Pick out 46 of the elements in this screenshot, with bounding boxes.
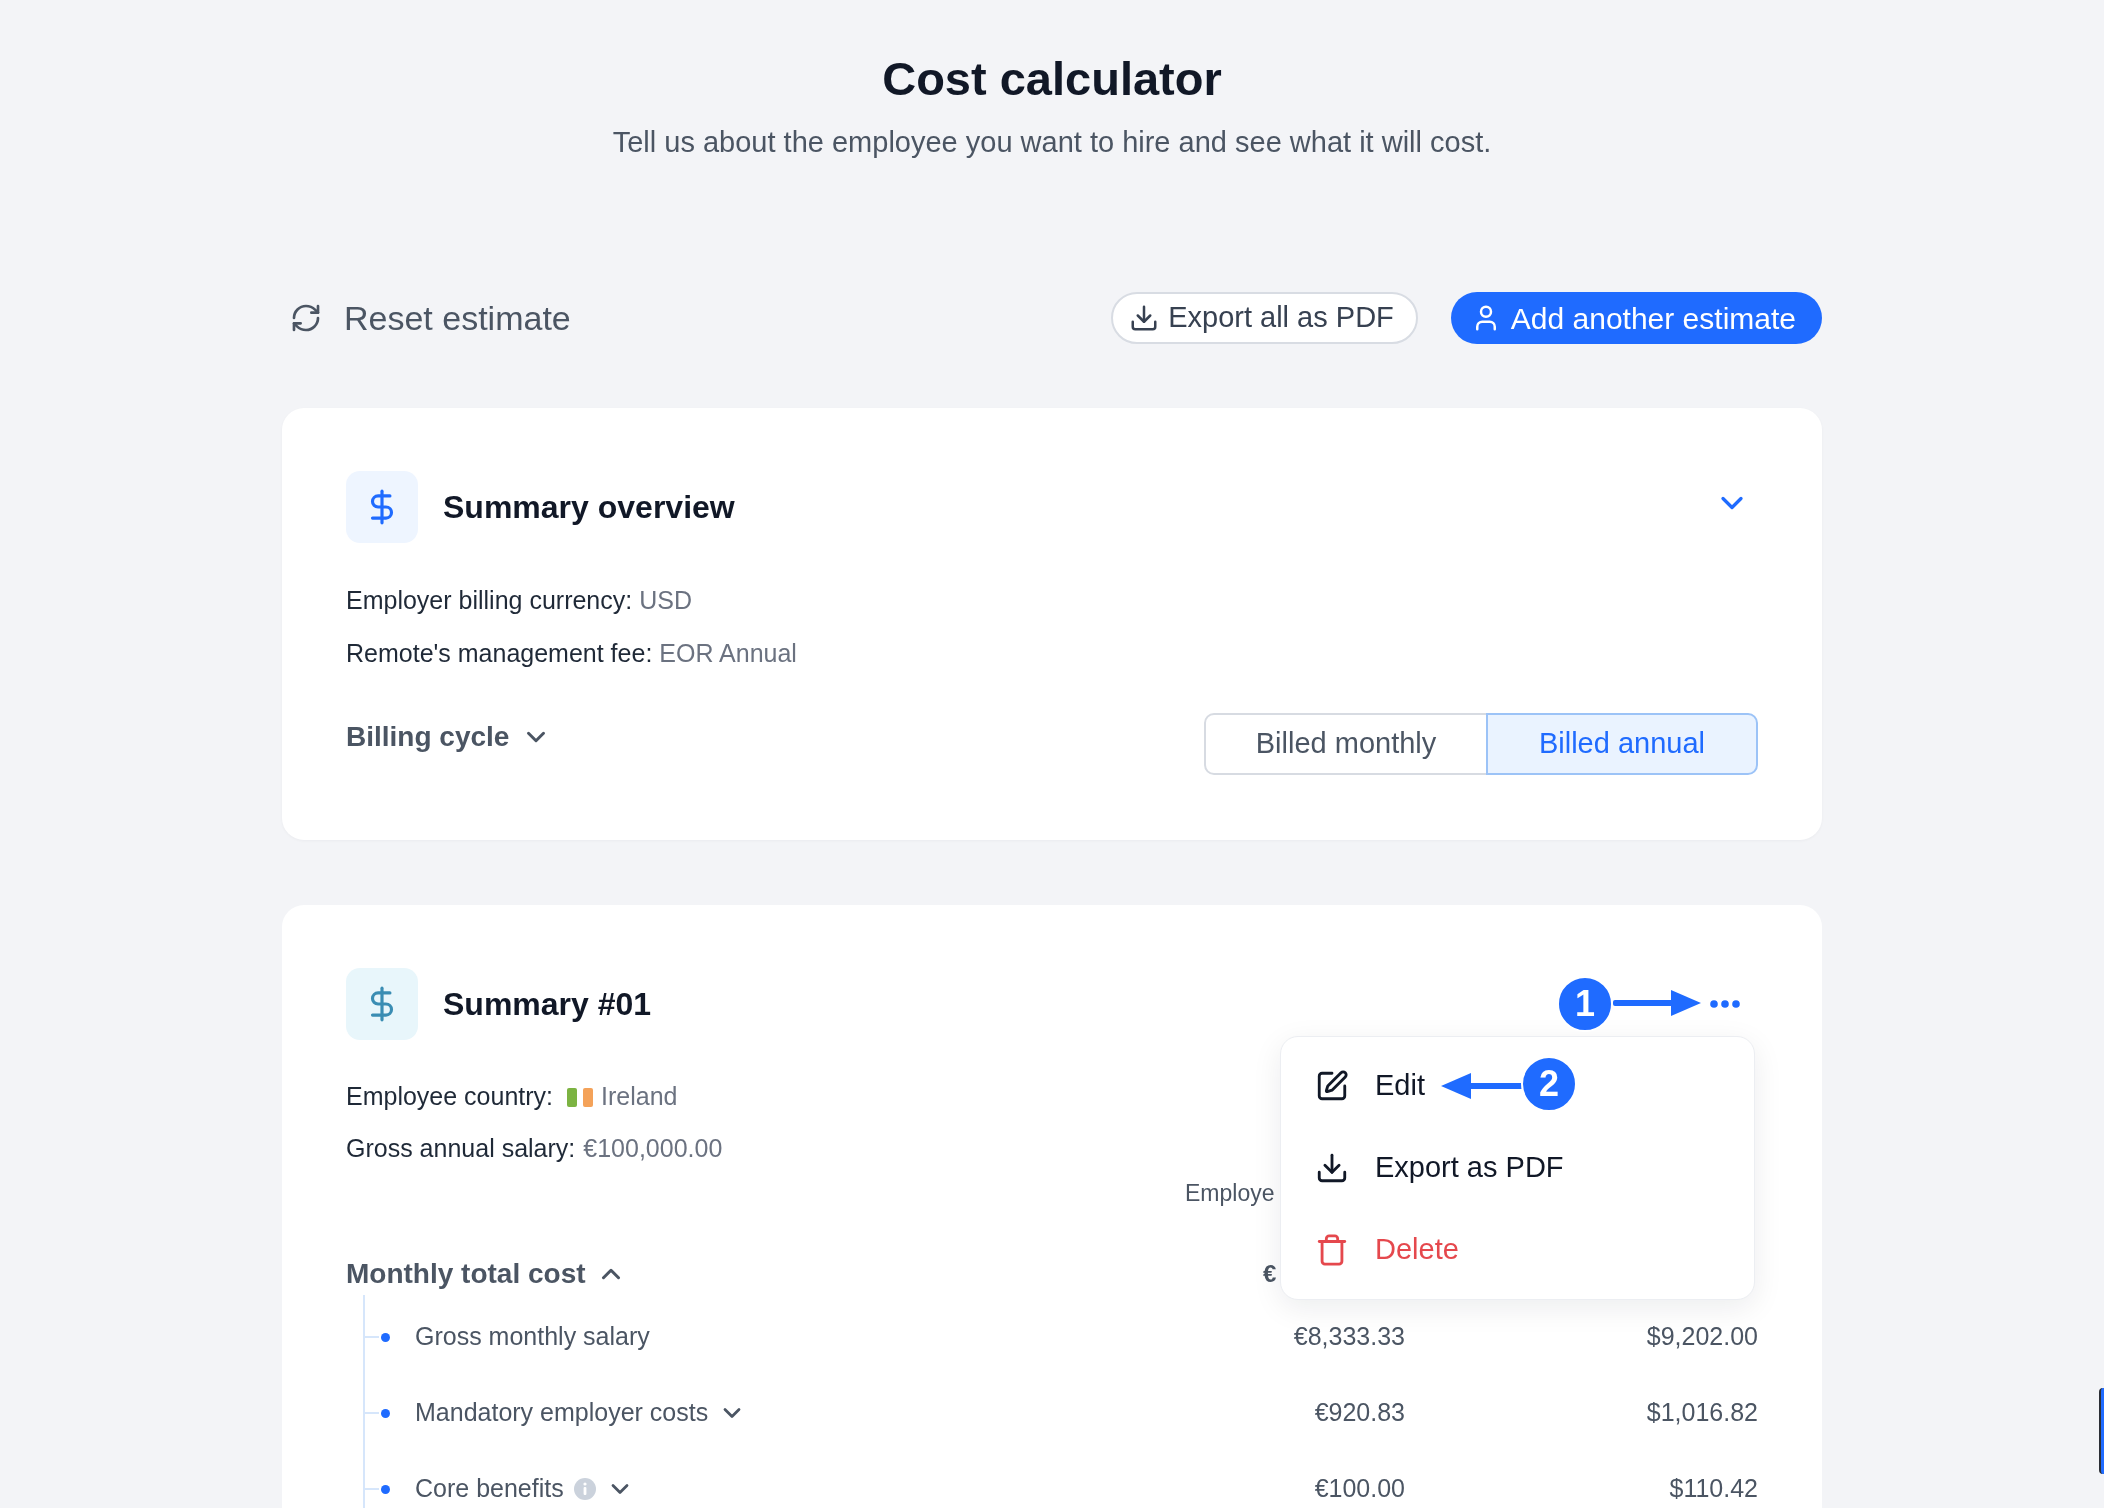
dollar-icon	[346, 471, 418, 543]
card-title: Summary #01	[443, 985, 652, 1024]
dollar-icon	[346, 968, 418, 1040]
refresh-icon	[290, 302, 322, 334]
field-label: Remote's management fee:	[346, 638, 653, 670]
bullet-icon	[381, 1484, 390, 1494]
add-estimate-button[interactable]: Add another estimate	[1450, 292, 1822, 344]
billing-option[interactable]: Billed annual	[1486, 713, 1758, 775]
menu-item[interactable]: Delete	[1281, 1209, 1754, 1291]
bullet-icon	[381, 1332, 390, 1342]
side-tab[interactable]	[2099, 1388, 2104, 1474]
field-value: USD	[639, 585, 692, 617]
billing-option[interactable]: Billed monthly	[1204, 713, 1488, 775]
table-cell-text: €100.00	[1314, 1473, 1405, 1505]
page-title: Cost calculator	[882, 51, 1222, 107]
field-label: Gross annual salary:	[346, 1133, 576, 1165]
billing-cycle-toggle[interactable]: Billing cycle	[346, 716, 552, 758]
menu-item[interactable]: Export as PDF	[1281, 1127, 1754, 1209]
column-header: Employe	[1185, 1179, 1275, 1206]
row-label: Mandatory employer costs	[415, 1397, 709, 1429]
field-value: Ireland	[601, 1081, 678, 1113]
edit-icon	[1315, 1069, 1349, 1103]
page-subtitle: Tell us about the employee you want to hire and see what it will cost.	[612, 125, 1492, 160]
export-all-button[interactable]: Export all as PDF	[1111, 292, 1418, 344]
row-label: Gross monthly salary	[415, 1321, 650, 1353]
flag-icon	[567, 1087, 594, 1107]
trash-icon	[1315, 1233, 1349, 1267]
download-icon	[1129, 303, 1160, 333]
row-label: Core benefits	[415, 1473, 564, 1505]
download-icon	[1315, 1151, 1349, 1185]
table-cell-text: €920.83	[1314, 1397, 1405, 1429]
table-cell-text: $9,202.00	[1646, 1321, 1758, 1353]
table-cell-text: $110.42	[1669, 1473, 1758, 1505]
field-value: €100,000.00	[583, 1133, 723, 1165]
section-toggle[interactable]: Monthly total cost	[346, 1253, 626, 1295]
table-cell-text: €8,333.33	[1293, 1321, 1405, 1353]
field-label: Employer billing currency:	[346, 585, 633, 617]
field-label: Employee country:	[346, 1081, 554, 1113]
ellipsis-icon	[1710, 1000, 1740, 1008]
total-value: €	[1263, 1259, 1277, 1289]
reset-button[interactable]: Reset estimate	[290, 292, 571, 344]
arrow-icon	[1613, 988, 1701, 1018]
card-title: Summary overview	[443, 488, 735, 527]
table-cell-text: $1,016.82	[1646, 1397, 1758, 1429]
bullet-icon	[381, 1408, 390, 1418]
field-value: EOR Annual	[659, 638, 797, 670]
